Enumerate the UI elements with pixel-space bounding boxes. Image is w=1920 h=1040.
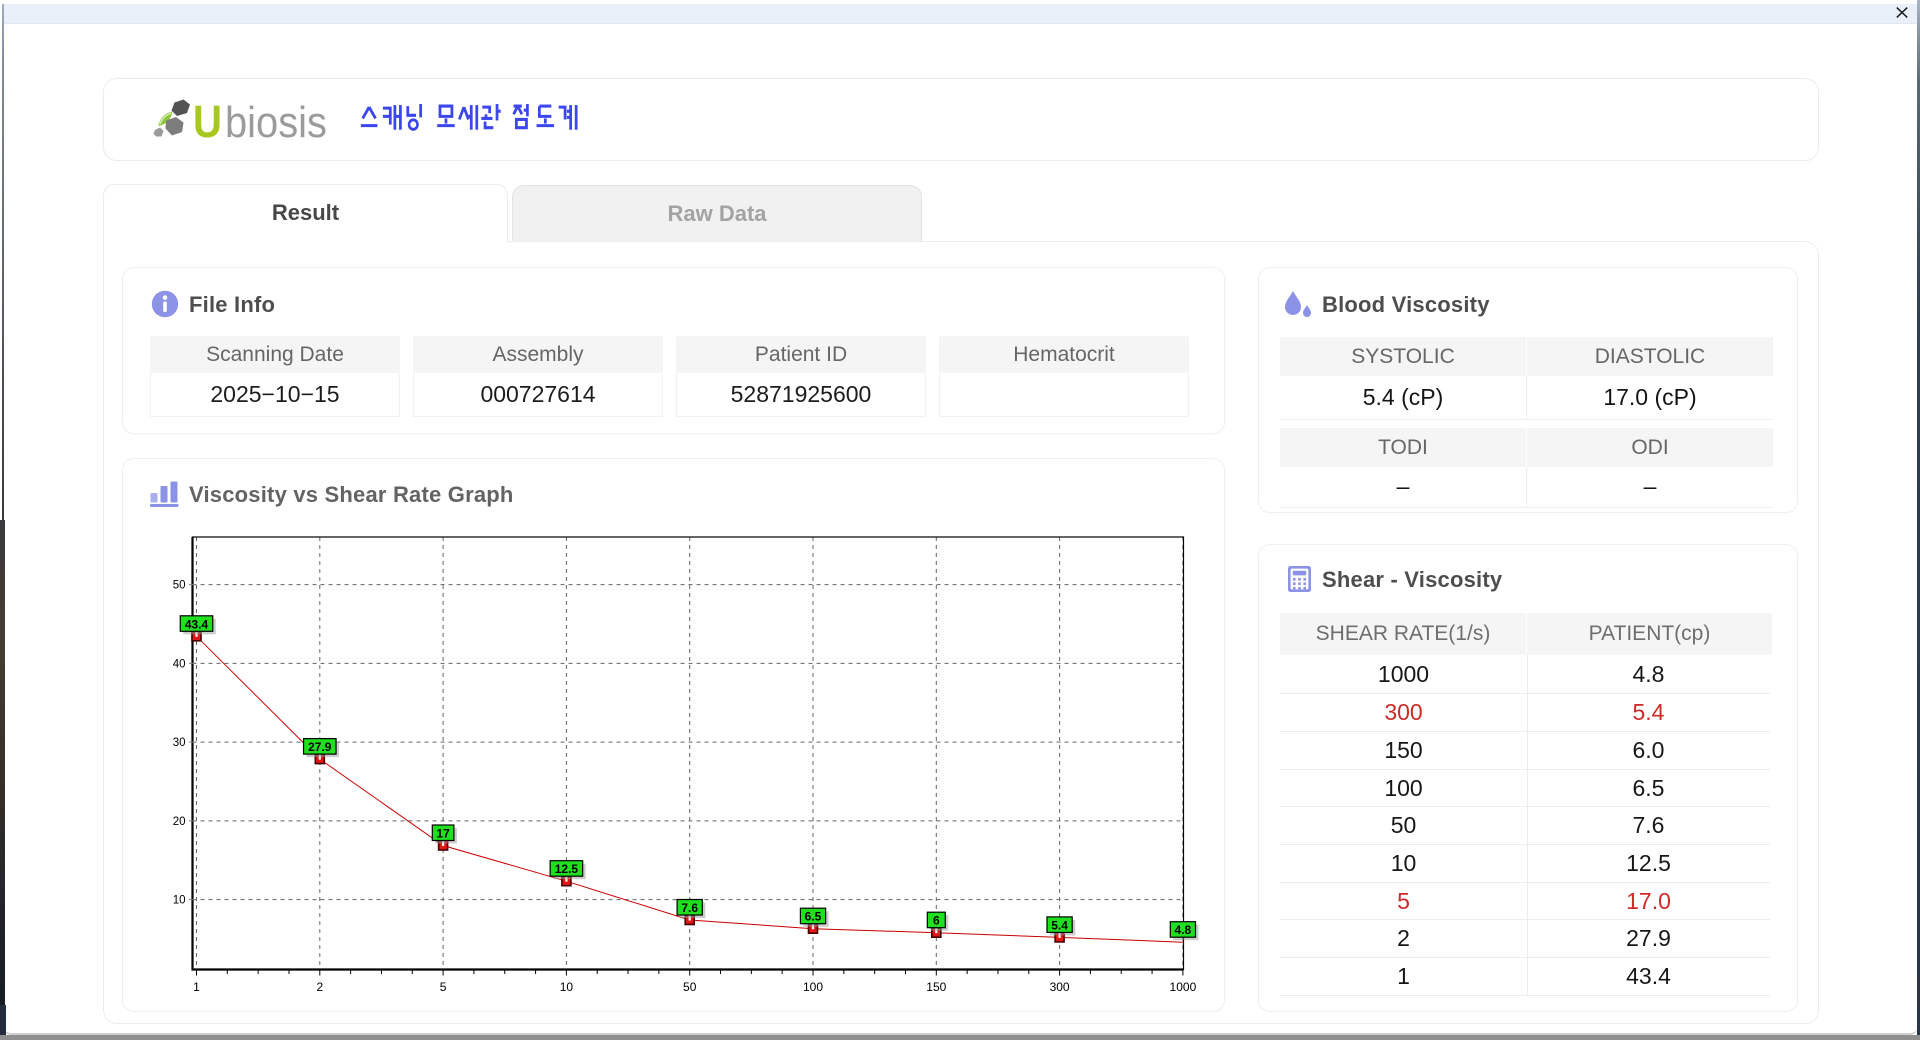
svg-text:2: 2 [316, 980, 323, 994]
svg-text:biosis: biosis [225, 98, 327, 144]
svg-text:30: 30 [173, 737, 186, 749]
svg-text:6: 6 [933, 914, 940, 928]
svg-text:20: 20 [173, 816, 186, 828]
svg-text:U: U [193, 96, 222, 144]
svg-text:100: 100 [803, 980, 823, 994]
svg-text:50: 50 [173, 580, 186, 592]
svg-text:10: 10 [173, 895, 186, 907]
svg-text:5: 5 [440, 980, 447, 994]
svg-text:150: 150 [926, 980, 946, 994]
svg-text:40: 40 [173, 658, 186, 670]
svg-text:1000: 1000 [1170, 980, 1197, 994]
svg-text:50: 50 [683, 980, 697, 994]
svg-text:1: 1 [193, 980, 200, 994]
svg-text:10: 10 [560, 980, 574, 994]
svg-text:43.4: 43.4 [185, 617, 209, 631]
svg-text:17: 17 [436, 827, 450, 841]
svg-text:300: 300 [1050, 980, 1070, 994]
svg-text:7.6: 7.6 [681, 901, 698, 915]
svg-text:27.9: 27.9 [308, 740, 332, 754]
svg-text:6.5: 6.5 [805, 910, 822, 924]
svg-text:12.5: 12.5 [555, 862, 579, 876]
svg-text:5.4: 5.4 [1051, 918, 1068, 932]
svg-text:4.8: 4.8 [1175, 923, 1192, 937]
